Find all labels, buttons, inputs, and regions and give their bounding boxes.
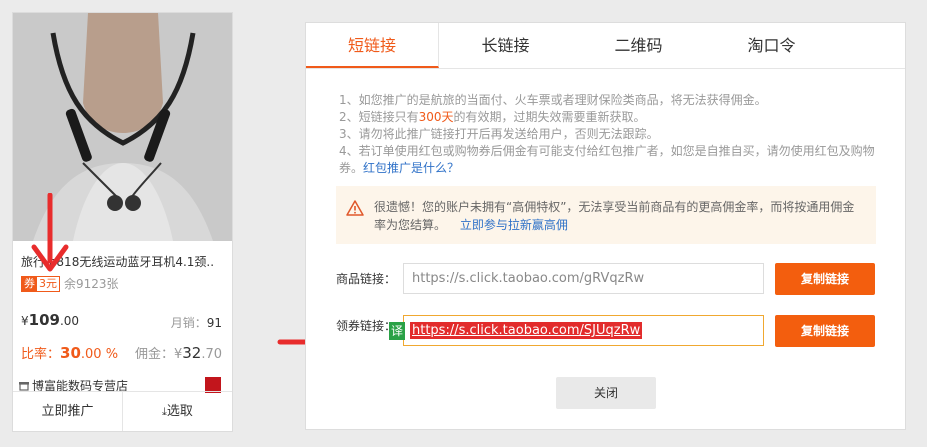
tab-qrcode[interactable]: 二维码 xyxy=(572,23,705,68)
select-button-label: 选取 xyxy=(166,404,193,419)
price-decimal: .00 xyxy=(59,314,80,328)
sales-value: 91 xyxy=(206,316,222,330)
price-integer: 109 xyxy=(28,311,60,329)
copy-coupon-link-button[interactable]: 复制链接 xyxy=(775,315,875,347)
tab-taokouling[interactable]: 淘口令 xyxy=(705,23,838,68)
commission-ratio: 比率：30.00 % xyxy=(21,343,118,362)
coupon-badge: 券 3元 xyxy=(21,275,60,292)
ratio-integer: 30 xyxy=(60,344,81,362)
product-link-label: 商品链接： xyxy=(336,272,397,286)
join-promotion-link[interactable]: 立即参与拉新赢高佣 xyxy=(460,218,568,232)
translate-icon[interactable]: 译 xyxy=(389,322,405,340)
price-symbol: ¥ xyxy=(21,314,29,328)
product-price: ¥109.00 xyxy=(21,311,79,329)
commission-amount: 佣金：¥32.70 xyxy=(135,343,222,362)
tip-3: 3、请勿将此推广链接打开后再发送给用户，否则无法跟踪。 xyxy=(339,127,659,141)
red-packet-help-link[interactable]: 红包推广是什么？ xyxy=(363,161,459,175)
shop-icon xyxy=(19,381,29,391)
product-link-field[interactable]: https://s.click.taobao.com/gRVqzRw xyxy=(403,263,764,294)
commission-value: 32 xyxy=(182,344,202,362)
ratio-decimal: .00 % xyxy=(80,347,119,362)
tab-long-link[interactable]: 长链接 xyxy=(439,23,572,68)
card-actions: 立即推广 ⤓选取 xyxy=(13,391,232,431)
tip-2-highlight: 300天 xyxy=(418,110,454,124)
monthly-sales: 月销：91 xyxy=(171,314,222,331)
coupon-remaining: 余9123张 xyxy=(64,277,119,291)
annotation-arrow-down-icon xyxy=(31,193,69,272)
promote-now-button[interactable]: 立即推广 xyxy=(13,392,123,431)
coupon-link-selected-text[interactable]: https://s.click.taobao.com/SJUqzRw xyxy=(410,322,643,339)
coupon-link-field[interactable]: https://s.click.taobao.com/SJUqzRw xyxy=(403,315,764,346)
coupon-tag: 券 xyxy=(22,276,37,291)
warning-banner: 很遗憾！您的账户未拥有“高佣特权”，无法享受当前商品有的更高佣金率，而将按通用佣… xyxy=(336,186,876,244)
ratio-label: 比率： xyxy=(21,347,61,362)
get-link-dialog: 短链接 长链接 二维码 淘口令 1、如您推广的是航旅的当面付、火车票或者理财保险… xyxy=(305,22,906,430)
warning-text: 很遗憾！您的账户未拥有“高佣特权”，无法享受当前商品有的更高佣金率，而将按通用佣… xyxy=(374,200,855,232)
tip-2: 2、短链接只有300天的有效期，过期失效需要重新获取。 xyxy=(339,109,879,126)
copy-product-link-button[interactable]: 复制链接 xyxy=(775,263,875,295)
tip-4: 4、若订单使用红包或购物券后佣金有可能支付给红包推广者，如您是自推自买，请勿使用… xyxy=(339,143,879,177)
close-button[interactable]: 关闭 xyxy=(556,377,656,409)
coupon-row: 券 3元 余9123张 xyxy=(21,275,119,292)
select-button[interactable]: ⤓选取 xyxy=(123,392,232,431)
tip-2-post: 的有效期，过期失效需要重新获取。 xyxy=(453,110,646,124)
coupon-amount: 3元 xyxy=(39,276,57,290)
link-tabs: 短链接 长链接 二维码 淘口令 xyxy=(306,23,905,69)
tab-short-link[interactable]: 短链接 xyxy=(306,23,439,68)
coupon-link-label: 领券链接： xyxy=(336,319,397,333)
tips-list: 1、如您推广的是航旅的当面付、火车票或者理财保险类商品，将无法获得佣金。 2、短… xyxy=(339,92,879,177)
tip-2-pre: 2、短链接只有 xyxy=(339,110,419,124)
commission-decimal: .70 xyxy=(201,347,222,362)
commission-label: 佣金：¥ xyxy=(134,347,183,362)
tip-1: 1、如您推广的是航旅的当面付、火车票或者理财保险类商品，将无法获得佣金。 xyxy=(339,93,767,107)
warning-icon xyxy=(346,200,364,216)
sales-label: 月销： xyxy=(170,316,207,330)
